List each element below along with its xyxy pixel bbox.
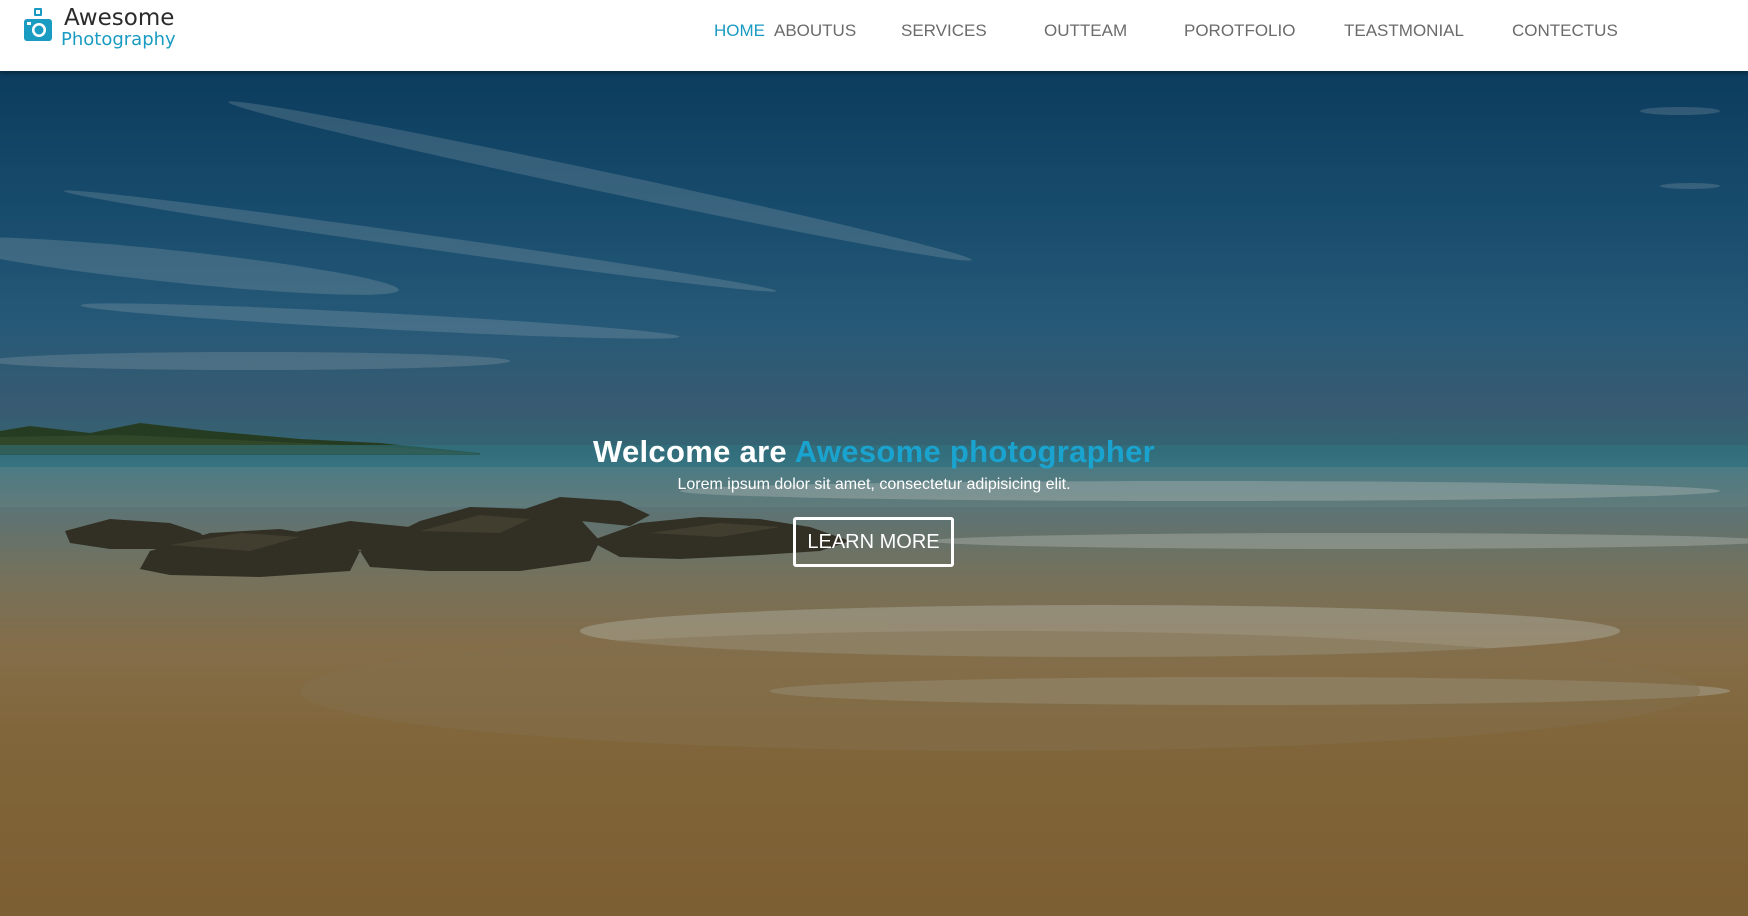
- learn-more-button[interactable]: LEARN MORE: [793, 517, 954, 567]
- nav-aboutus[interactable]: ABOUTUS: [774, 21, 856, 41]
- nav-contectus[interactable]: CONTECTUS: [1512, 21, 1618, 41]
- camera-icon: [24, 8, 52, 41]
- nav-home[interactable]: HOME: [714, 21, 765, 41]
- site-header: Awesome Photography HOME ABOUTUS SERVICE…: [0, 0, 1748, 71]
- hero-title-prefix: Welcome are: [592, 434, 787, 469]
- nav-porotfolio[interactable]: POROTFOLIO: [1184, 21, 1295, 41]
- nav-services[interactable]: SERVICES: [901, 21, 987, 41]
- hero-title: Welcome are Awesome photographer: [0, 434, 1748, 470]
- brand-name-line2: Photography: [61, 29, 176, 50]
- hero-section: Welcome are Awesome photographer Lorem i…: [0, 71, 1748, 916]
- hero-title-accent: Awesome photographer: [794, 434, 1156, 469]
- brand-logo[interactable]: Awesome Photography: [24, 5, 184, 50]
- nav-outteam[interactable]: OUTTEAM: [1044, 21, 1127, 41]
- hero-subtitle: Lorem ipsum dolor sit amet, consectetur …: [677, 476, 1071, 493]
- nav-teastmonial[interactable]: TEASTMONIAL: [1344, 21, 1464, 41]
- brand-name-line1: Awesome: [64, 5, 175, 31]
